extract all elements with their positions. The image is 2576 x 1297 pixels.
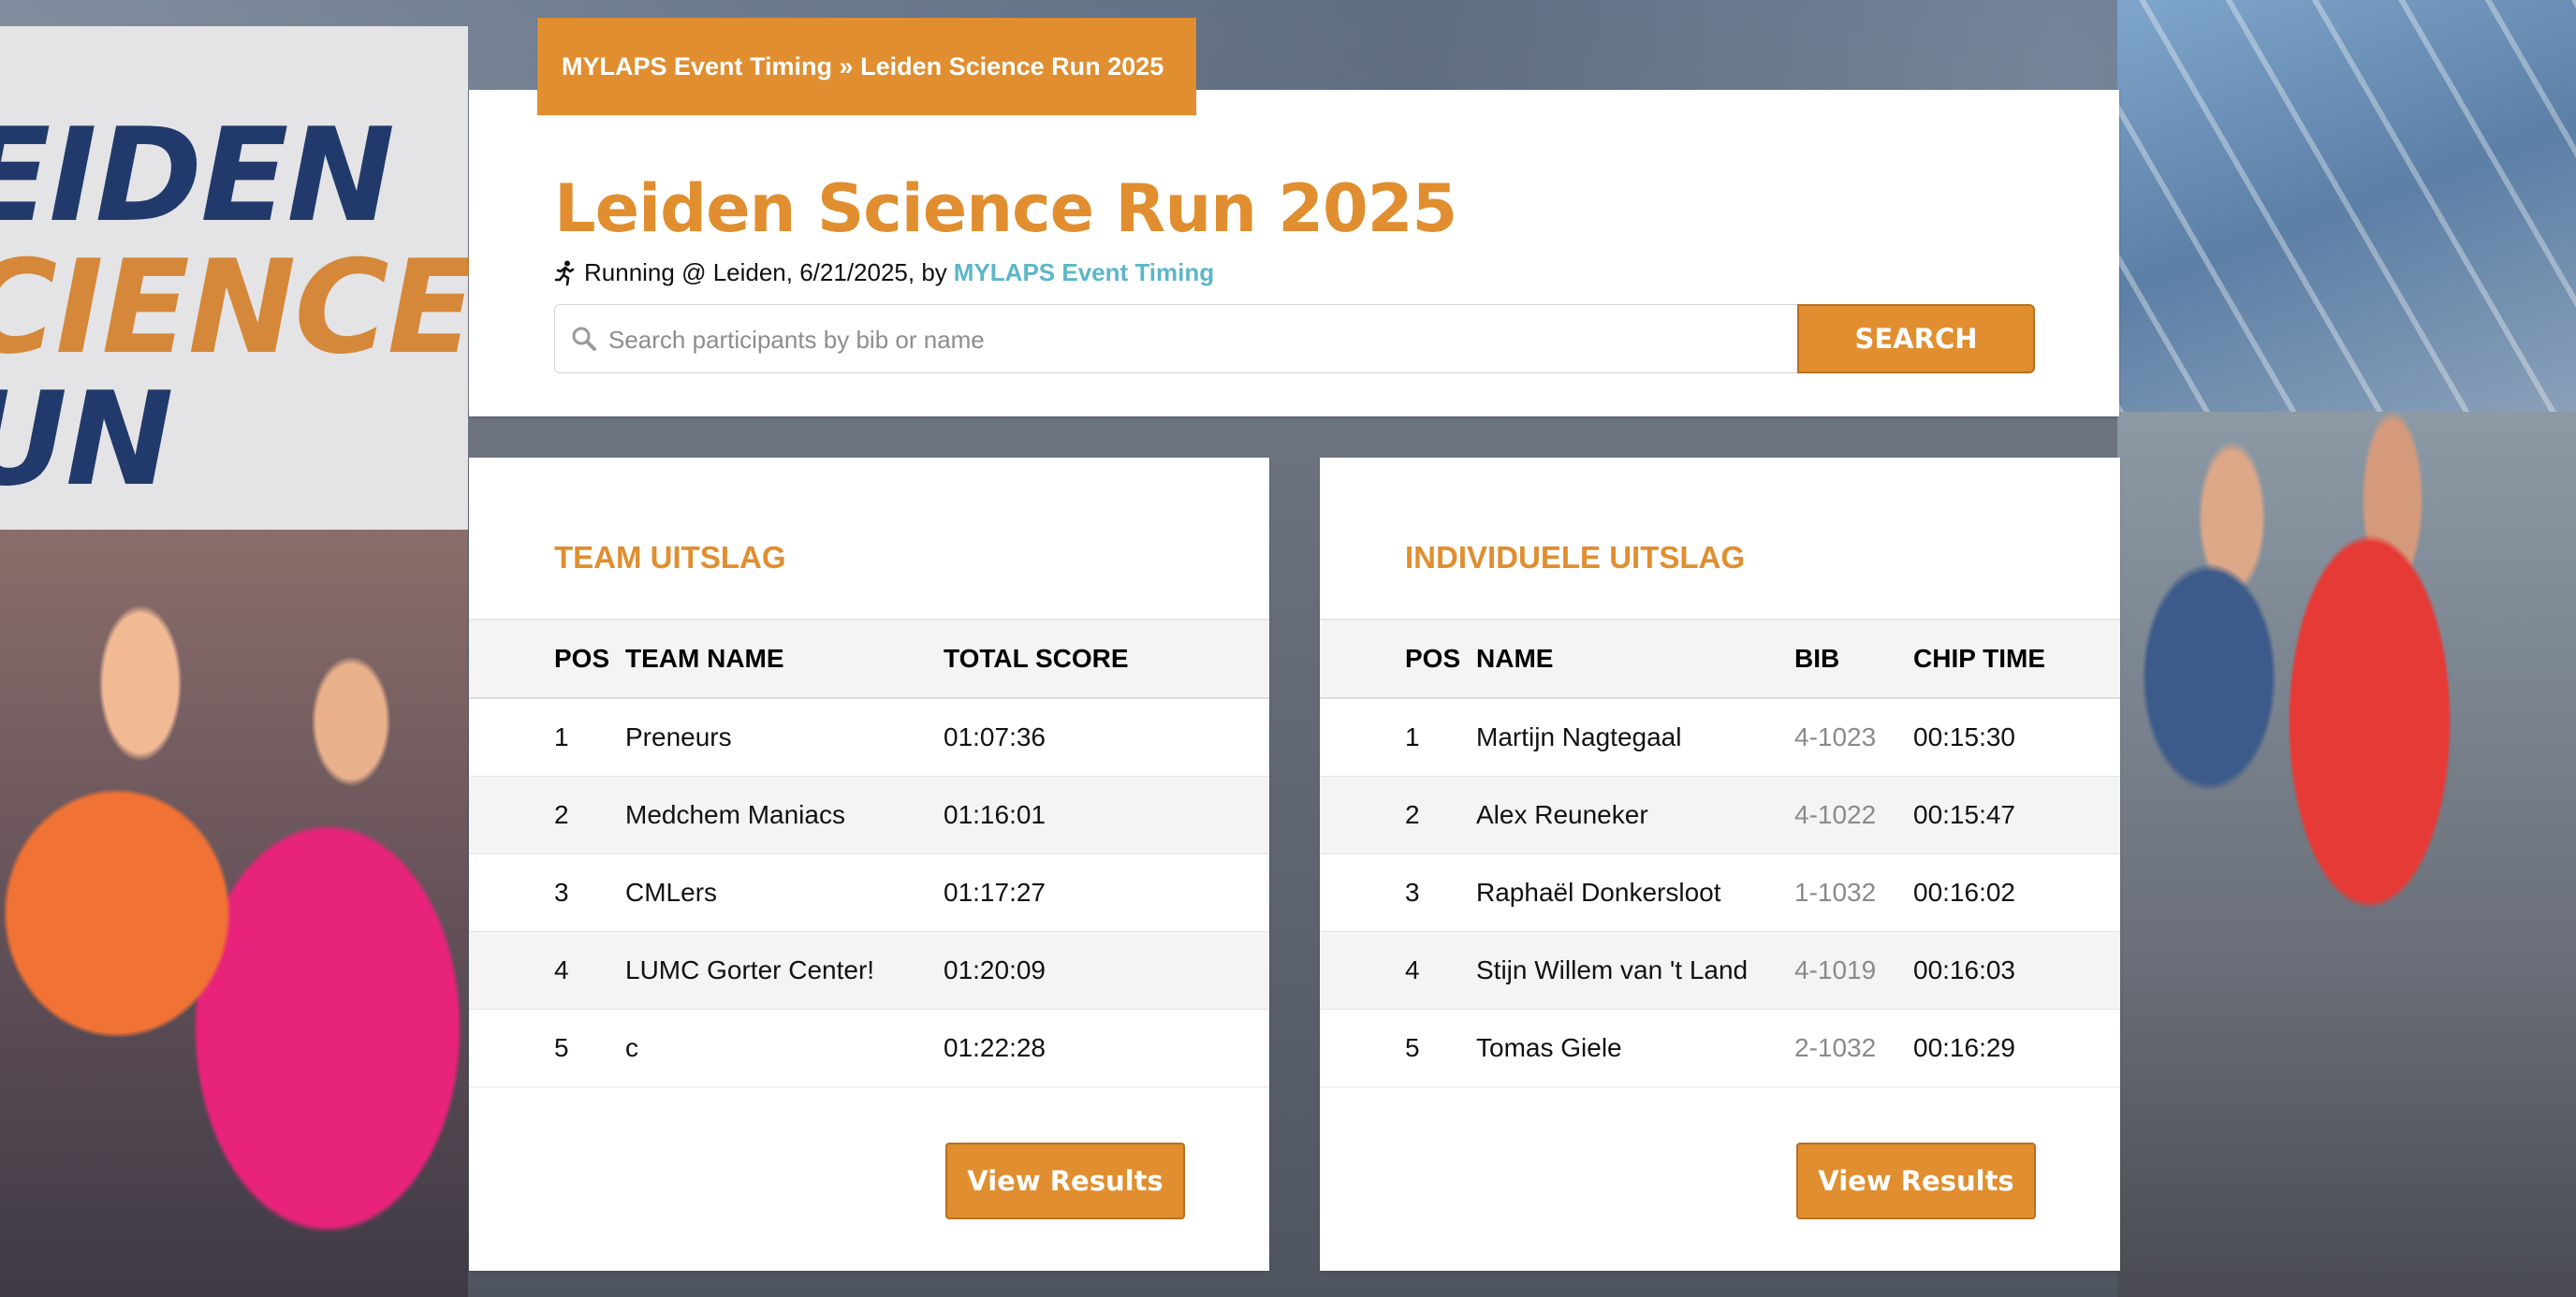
column-header-total-score: TOTAL SCORE (944, 644, 1129, 673)
cell-pos: 1 (554, 721, 569, 751)
table-row[interactable]: 1 Preneurs 01:07:36 (469, 698, 1269, 776)
page-title: Leiden Science Run 2025 (554, 170, 1457, 247)
breadcrumb: MYLAPS Event Timing » Leiden Science Run… (537, 18, 1196, 115)
cell-chip-time: 00:15:30 (1913, 721, 2015, 751)
individual-results-heading: INDIVIDUELE UITSLAG (1405, 540, 1746, 575)
team-results-table: POS TEAM NAME TOTAL SCORE 1 Preneurs 01:… (469, 619, 1269, 1087)
view-individual-results-button[interactable]: View Results (1796, 1143, 2036, 1219)
view-team-results-button[interactable]: View Results (945, 1143, 1185, 1219)
cell-name: Martijn Nagtegaal (1476, 721, 1682, 751)
event-header-card: Leiden Science Run 2025 Running @ Leiden… (469, 90, 2119, 416)
cell-bib: 1-1032 (1794, 877, 1877, 907)
table-row[interactable]: 4 Stijn Willem van 't Land 4-1019 00:16:… (1320, 931, 2120, 1009)
cell-name: Stijn Willem van 't Land (1476, 955, 1749, 984)
cell-total-score: 01:17:27 (944, 877, 1046, 907)
background-photo-runners-right (2117, 412, 2576, 1297)
individual-results-table: POS NAME BIB CHIP TIME 1 Martijn Nagtega… (1320, 619, 2120, 1087)
breadcrumb-event: Leiden Science Run 2025 (860, 51, 1164, 80)
cell-pos: 3 (1405, 877, 1420, 907)
background-photo-runners-left (0, 530, 468, 1297)
runner-icon (554, 260, 575, 285)
cell-chip-time: 00:16:02 (1913, 877, 2015, 907)
table-header-row: POS NAME BIB CHIP TIME (1320, 619, 2120, 698)
cell-team-name: LUMC Gorter Center! (625, 955, 875, 984)
cell-bib: 4-1023 (1794, 721, 1877, 751)
cell-pos: 5 (1405, 1032, 1420, 1062)
cell-team-name: Medchem Maniacs (625, 799, 845, 829)
search-input[interactable] (607, 305, 1788, 374)
event-subtitle: Running @ Leiden, 6/21/2025, by MYLAPS E… (554, 258, 1214, 287)
breadcrumb-organizer-link[interactable]: MYLAPS Event Timing (562, 52, 832, 80)
cell-pos: 4 (1405, 955, 1420, 984)
participant-search: SEARCH (554, 304, 2035, 374)
cell-bib: 4-1022 (1794, 799, 1877, 829)
team-results-card: TEAM UITSLAG POS TEAM NAME TOTAL SCORE 1… (469, 458, 1269, 1271)
table-row[interactable]: 3 CMLers 01:17:27 (469, 853, 1269, 931)
cell-team-name: c (625, 1032, 638, 1062)
cell-chip-time: 00:15:47 (1913, 799, 2015, 829)
cell-total-score: 01:20:09 (944, 955, 1046, 984)
cell-bib: 4-1019 (1794, 955, 1877, 984)
cell-bib: 2-1032 (1794, 1032, 1877, 1062)
cell-pos: 1 (1405, 721, 1420, 751)
event-banner-image: EIDEN CIENCE UN (0, 26, 476, 530)
search-field[interactable] (554, 304, 1797, 374)
column-header-bib: BIB (1794, 644, 1840, 673)
search-icon (572, 327, 596, 351)
cell-pos: 2 (554, 799, 569, 829)
event-details: Running @ Leiden, 6/21/2025, by (584, 258, 947, 286)
cell-pos: 2 (1405, 799, 1420, 829)
table-row[interactable]: 5 Tomas Giele 2-1032 00:16:29 (1320, 1009, 2120, 1086)
column-header-pos: POS (554, 644, 610, 673)
table-row[interactable]: 1 Martijn Nagtegaal 4-1023 00:15:30 (1320, 698, 2120, 776)
cell-team-name: Preneurs (625, 721, 732, 751)
cell-team-name: CMLers (625, 877, 718, 907)
individual-results-card: INDIVIDUELE UITSLAG POS NAME BIB CHIP TI… (1320, 458, 2120, 1271)
cell-pos: 4 (554, 955, 569, 984)
cell-name: Tomas Giele (1476, 1032, 1622, 1062)
cell-total-score: 01:22:28 (944, 1032, 1046, 1062)
table-header-row: POS TEAM NAME TOTAL SCORE (469, 619, 1269, 698)
table-row[interactable]: 2 Medchem Maniacs 01:16:01 (469, 776, 1269, 853)
table-row[interactable]: 3 Raphaël Donkersloot 1-1032 00:16:02 (1320, 853, 2120, 931)
cell-pos: 5 (554, 1032, 569, 1062)
cell-total-score: 01:16:01 (944, 799, 1046, 829)
search-button[interactable]: SEARCH (1797, 304, 2035, 373)
table-row[interactable]: 4 LUMC Gorter Center! 01:20:09 (469, 931, 1269, 1009)
column-header-chip-time: CHIP TIME (1913, 644, 2046, 673)
team-results-heading: TEAM UITSLAG (554, 540, 786, 575)
background-photo-building (2117, 0, 2576, 412)
organizer-link[interactable]: MYLAPS Event Timing (954, 258, 1214, 287)
breadcrumb-separator: » (832, 51, 861, 80)
leiden-science-run-logo: EIDEN CIENCE UN (0, 100, 476, 515)
column-header-name: NAME (1476, 644, 1554, 673)
cell-name: Alex Reuneker (1476, 799, 1648, 829)
cell-chip-time: 00:16:03 (1913, 955, 2015, 984)
column-header-pos: POS (1405, 644, 1461, 673)
table-row[interactable]: 5 c 01:22:28 (469, 1009, 1269, 1086)
cell-total-score: 01:07:36 (944, 721, 1046, 751)
cell-chip-time: 00:16:29 (1913, 1032, 2015, 1062)
cell-pos: 3 (554, 877, 569, 907)
cell-name: Raphaël Donkersloot (1476, 877, 1721, 907)
table-row[interactable]: 2 Alex Reuneker 4-1022 00:15:47 (1320, 776, 2120, 853)
column-header-team-name: TEAM NAME (625, 644, 784, 673)
